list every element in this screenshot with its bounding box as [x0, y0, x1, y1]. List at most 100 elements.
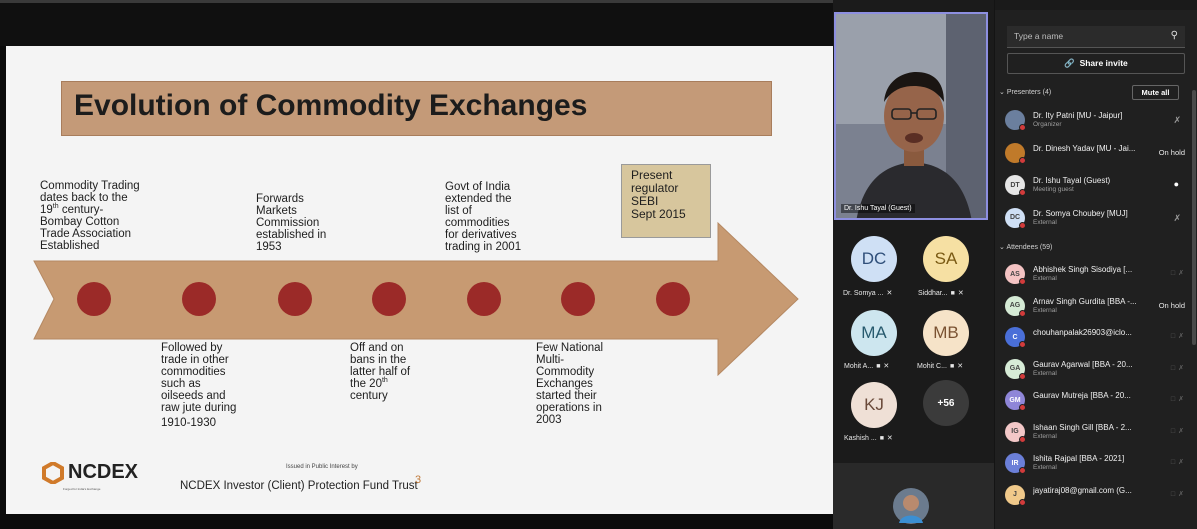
- timeline-dot: [467, 282, 501, 316]
- participant-tile-sa[interactable]: SA: [923, 236, 969, 282]
- participant-row-role: External: [1033, 464, 1057, 471]
- participant-row[interactable]: GM Gaurav Mutreja [BBA - 20... □✗: [1005, 386, 1193, 414]
- participant-tile-mb[interactable]: MB: [923, 310, 969, 356]
- video-off-icon: ■: [876, 363, 881, 370]
- presence-status-icon: [1019, 124, 1026, 131]
- participant-row[interactable]: AS Abhishek Singh Sisodiya [... External □✗: [1005, 260, 1193, 288]
- text-line: Bombay Cotton: [40, 216, 120, 228]
- text-line: Multi-: [536, 354, 565, 366]
- participant-row-role: External: [1033, 432, 1057, 440]
- share-icon: 🔗: [1064, 58, 1075, 68]
- participant-row[interactable]: Jjayatiraj08@gmail.com (G... □✗: [1005, 481, 1193, 509]
- presence-status-icon: [1019, 189, 1026, 196]
- share-invite-button[interactable]: 🔗 Share invite: [1007, 53, 1185, 74]
- self-video-tile[interactable]: [833, 463, 994, 529]
- panel-top-edge: [995, 0, 1197, 10]
- participants-panel: Type a name ⚲ 🔗 Share invite ⌄ Presenter…: [995, 0, 1197, 529]
- participant-name: Siddhar... ■ ✕: [918, 289, 964, 297]
- attendees-section-header[interactable]: ⌄ Attendees (59): [999, 243, 1052, 251]
- participant-row-name: Arnav Singh Gurdita [BBA -...: [1033, 296, 1137, 306]
- presence-status-icon: [1019, 372, 1026, 380]
- participant-row[interactable]: AG Arnav Singh Gurdita [BBA -... External O…: [1005, 292, 1193, 320]
- text-line: Commodity: [536, 366, 595, 378]
- participant-avatar: DC: [851, 236, 897, 282]
- video-off-icon: ■: [950, 290, 955, 297]
- mic-off-icon: ✕: [957, 363, 964, 370]
- participant-name-text: Kashish ...: [844, 435, 877, 442]
- ncdex-logo-mark-icon: [42, 461, 64, 484]
- text-line: such as: [161, 378, 201, 390]
- participant-row[interactable]: GA Gaurav Agarwal [BBA - 20... External □✗: [1005, 355, 1193, 383]
- issued-note: Issued in Public Interest by: [286, 464, 358, 470]
- text-line: century: [350, 390, 388, 402]
- present-regulator-box: Present regulator SEBI Sept 2015: [621, 164, 711, 238]
- speaker-name-label: Dr. Ishu Tayal (Guest): [841, 204, 915, 213]
- participant-row-role: External: [1033, 275, 1057, 282]
- presence-status-icon: [1019, 467, 1026, 474]
- text-line: Few National: [536, 342, 604, 354]
- participant-row[interactable]: Dr. Dinesh Yadav [MU - Jai... On hold: [1005, 139, 1193, 167]
- text-line: 19th century-: [40, 203, 140, 216]
- text-line: 2003: [536, 414, 562, 426]
- panel-scrollbar[interactable]: [1192, 90, 1196, 345]
- search-icon[interactable]: ⚲: [1171, 30, 1178, 41]
- presence-status-icon: [1019, 278, 1026, 285]
- self-video-image: [893, 488, 929, 524]
- participant-row-role: Meeting guest: [1033, 186, 1074, 193]
- text-line: Exchanges: [536, 378, 593, 390]
- text-line: oilseeds and: [161, 390, 226, 402]
- participant-avatar: KJ: [851, 382, 897, 428]
- presence-status-icon: [1019, 309, 1026, 317]
- mic-off-icon: ✗: [1173, 115, 1181, 125]
- participant-name-text: Mohit C...: [917, 363, 947, 370]
- presence-status-icon: [1019, 404, 1026, 411]
- ncdex-logo: NCDEX: [42, 461, 138, 484]
- participant-row[interactable]: Cchouhanpalak26903@iclo... □✗: [1005, 323, 1193, 351]
- text-line: latter half of: [350, 366, 411, 378]
- mic-off-icon: ✕: [957, 290, 964, 297]
- participant-row-role: External: [1033, 369, 1057, 377]
- text-line: Markets: [256, 205, 297, 217]
- text-line: commodities: [161, 366, 226, 378]
- text-line: trading in 2001: [445, 241, 522, 253]
- participant-tile-ma[interactable]: MA: [851, 310, 897, 356]
- chevron-down-icon: ⌄: [999, 89, 1005, 96]
- participant-avatar: MA: [851, 310, 897, 356]
- participant-name-text: Dr. Somya ...: [843, 290, 884, 297]
- mic-on-icon: ●: [1173, 179, 1179, 189]
- participant-tile-kj[interactable]: KJ: [851, 382, 897, 428]
- on-hold-status: On hold: [1158, 300, 1185, 310]
- participant-row-name: Dr. Ity Patni [MU - Jaipur]: [1033, 111, 1123, 120]
- video-off-icon: □✗: [1170, 459, 1187, 466]
- text-line: commodities: [445, 217, 510, 229]
- participant-search-input[interactable]: Type a name ⚲: [1007, 26, 1185, 48]
- text-line: Trade Association: [40, 228, 131, 240]
- participant-avatar: SA: [923, 236, 969, 282]
- timeline-dot: [656, 282, 690, 316]
- video-off-icon: □✗: [1170, 396, 1187, 403]
- participant-name: Mohit C... ■ ✕: [917, 362, 963, 370]
- text-line: Followed by: [161, 342, 223, 354]
- participant-row[interactable]: IG Ishaan Singh Gill [BBA - 2... External □…: [1005, 418, 1193, 446]
- participant-name-text: Siddhar...: [918, 290, 948, 297]
- mute-all-button[interactable]: Mute all: [1132, 85, 1179, 100]
- video-off-icon: □✗: [1170, 364, 1187, 372]
- timeline-text-1910: Followed by trade in other commodities s…: [161, 342, 236, 429]
- participant-row[interactable]: DC Dr. Somya Choubey [MUJ] External ✗: [1005, 204, 1193, 232]
- superscript: th: [52, 203, 59, 211]
- participant-row[interactable]: Dr. Ity Patni [MU - Jaipur] Organizer ✗: [1005, 106, 1193, 134]
- participant-tile-dc[interactable]: DC: [851, 236, 897, 282]
- active-speaker-tile[interactable]: Dr. Ishu Tayal (Guest): [834, 12, 988, 220]
- timeline-text-2001: Govt of India extended the list of commo…: [445, 181, 521, 253]
- participant-row-name: Dr. Dinesh Yadav [MU - Jai...: [1033, 143, 1136, 153]
- participant-row-role: Organizer: [1033, 121, 1062, 128]
- presenters-section-header[interactable]: ⌄ Presenters (4): [999, 88, 1051, 96]
- trust-name: NCDEX Investor (Client) Protection Fund …: [180, 480, 418, 492]
- participant-row[interactable]: DT Dr. Ishu Tayal (Guest) Meeting guest ●: [1005, 171, 1193, 199]
- participant-row[interactable]: IR Ishita Rajpal [BBA - 2021] External □✗: [1005, 449, 1193, 477]
- participant-avatar: MB: [923, 310, 969, 356]
- timeline-text-1900s: Commodity Trading dates back to the 19th…: [40, 180, 140, 252]
- participant-row-role: External: [1033, 306, 1057, 314]
- text-line: list of: [445, 205, 472, 217]
- more-participants-button[interactable]: +56: [923, 380, 969, 426]
